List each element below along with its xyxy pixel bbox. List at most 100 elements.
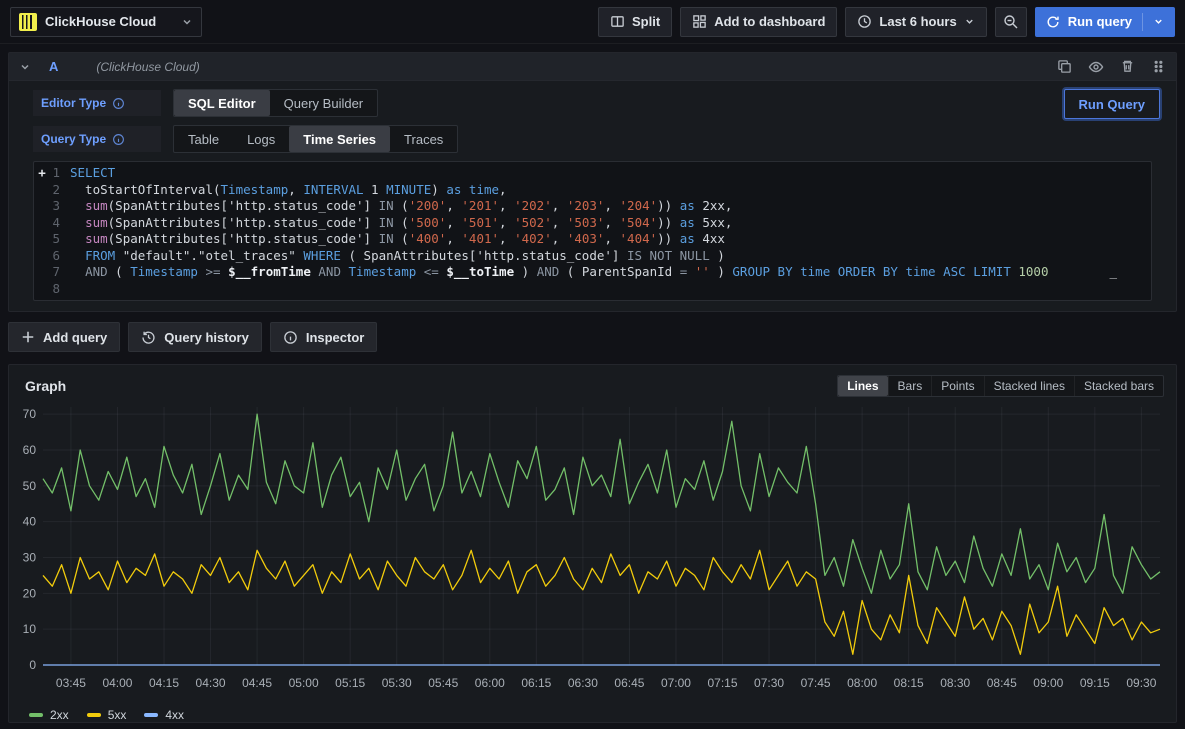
query-type-table[interactable]: Table <box>174 126 233 152</box>
refresh-icon <box>1046 15 1060 29</box>
time-range-label: Last 6 hours <box>879 14 956 29</box>
line-number: 1 <box>50 165 70 182</box>
legend-swatch-icon <box>87 713 101 717</box>
x-tick-label: 06:45 <box>614 676 644 690</box>
line-number: 4 <box>50 215 70 232</box>
x-tick-label: 07:15 <box>707 676 737 690</box>
add-line-icon: + <box>34 165 50 182</box>
legend-swatch-icon <box>29 713 43 717</box>
info-circle-icon <box>283 330 298 345</box>
editor-type-sql-editor[interactable]: SQL Editor <box>174 90 270 116</box>
clock-icon <box>857 14 872 29</box>
plus-icon <box>21 330 35 344</box>
line-number: 6 <box>50 248 70 265</box>
editor-type-query-builder[interactable]: Query Builder <box>270 90 377 116</box>
line-number: 2 <box>50 182 70 199</box>
add-line-icon <box>34 281 50 298</box>
line-number: 3 <box>50 198 70 215</box>
legend-item-4xx[interactable]: 4xx <box>144 708 184 722</box>
legend-item-5xx[interactable]: 5xx <box>87 708 127 722</box>
graph-panel: Graph LinesBarsPointsStacked linesStacke… <box>8 364 1177 723</box>
graph-mode-stacked-lines[interactable]: Stacked lines <box>984 376 1074 396</box>
chart-legend: 2xx 5xx 4xx <box>9 706 1176 722</box>
collapse-chevron-icon[interactable] <box>19 61 31 73</box>
zoom-out-icon <box>1003 14 1019 30</box>
add-line-icon <box>34 264 50 281</box>
chevron-down-icon[interactable] <box>1153 16 1164 27</box>
sql-line: 7 AND ( Timestamp >= $__fromTime AND Tim… <box>34 264 1151 281</box>
drag-handle-icon[interactable] <box>1151 59 1166 74</box>
button-divider <box>1142 13 1143 31</box>
datasource-picker[interactable]: ClickHouse Cloud <box>10 7 202 37</box>
panel-run-query-button[interactable]: Run Query <box>1064 89 1160 119</box>
query-type-logs[interactable]: Logs <box>233 126 289 152</box>
editor-type-label-box: Editor Type <box>33 90 161 116</box>
sql-line-code: FROM "default"."otel_traces" WHERE ( Spa… <box>70 248 725 265</box>
chart-area: 01020304050607003:4504:0004:1504:3004:45… <box>19 401 1164 706</box>
x-tick-label: 05:30 <box>382 676 412 690</box>
x-tick-label: 06:00 <box>475 676 505 690</box>
graph-mode-bars[interactable]: Bars <box>888 376 932 396</box>
query-type-label-box: Query Type <box>33 126 161 152</box>
x-tick-label: 06:30 <box>568 676 598 690</box>
delete-query-trash-icon[interactable] <box>1120 59 1135 74</box>
duplicate-query-icon[interactable] <box>1057 59 1072 74</box>
query-type-toggle: TableLogsTime SeriesTraces <box>173 125 458 153</box>
y-tick-label: 50 <box>23 479 37 493</box>
query-editor-panel: A (ClickHouse Cloud) Editor Type SQL Edi… <box>8 52 1177 312</box>
x-tick-label: 07:30 <box>754 676 784 690</box>
add-to-dashboard-button[interactable]: Add to dashboard <box>680 7 837 37</box>
editor-type-toggle: SQL EditorQuery Builder <box>173 89 378 117</box>
time-range-picker[interactable]: Last 6 hours <box>845 7 986 37</box>
graph-mode-lines[interactable]: Lines <box>838 376 887 396</box>
sql-line: 3 sum(SpanAttributes['http.status_code']… <box>34 198 1151 215</box>
graph-mode-toggle: LinesBarsPointsStacked linesStacked bars <box>837 375 1164 397</box>
graph-mode-points[interactable]: Points <box>931 376 983 396</box>
add-line-icon <box>34 215 50 232</box>
time-series-chart[interactable]: 01020304050607003:4504:0004:1504:3004:45… <box>19 401 1166 701</box>
y-tick-label: 70 <box>23 407 37 421</box>
x-tick-label: 04:45 <box>242 676 272 690</box>
inspector-label: Inspector <box>306 330 365 345</box>
x-tick-label: 05:15 <box>335 676 365 690</box>
y-tick-label: 0 <box>29 658 36 672</box>
query-type-time-series[interactable]: Time Series <box>289 126 390 152</box>
add-query-button[interactable]: Add query <box>8 322 120 352</box>
x-tick-label: 07:45 <box>801 676 831 690</box>
sql-line: 4 sum(SpanAttributes['http.status_code']… <box>34 215 1151 232</box>
inspector-button[interactable]: Inspector <box>270 322 378 352</box>
info-icon[interactable] <box>112 97 125 110</box>
x-tick-label: 04:00 <box>102 676 132 690</box>
y-tick-label: 30 <box>23 551 37 565</box>
query-row-header[interactable]: A (ClickHouse Cloud) <box>9 53 1176 81</box>
sql-line-code: sum(SpanAttributes['http.status_code'] I… <box>70 215 732 232</box>
explore-actions: Add query Query history Inspector <box>8 322 1177 352</box>
info-icon[interactable] <box>112 133 125 146</box>
graph-panel-title: Graph <box>25 378 66 394</box>
x-tick-label: 08:15 <box>894 676 924 690</box>
query-ref-id: A <box>49 59 58 74</box>
run-query-label: Run query <box>1068 14 1132 29</box>
split-button[interactable]: Split <box>598 7 672 37</box>
add-query-label: Add query <box>43 330 107 345</box>
x-tick-label: 05:00 <box>289 676 319 690</box>
hide-query-eye-icon[interactable] <box>1088 59 1104 75</box>
sql-line: 2 toStartOfInterval(Timestamp, INTERVAL … <box>34 182 1151 199</box>
sql-line: +1SELECT <box>34 165 1151 182</box>
x-tick-label: 08:00 <box>847 676 877 690</box>
legend-item-2xx[interactable]: 2xx <box>29 708 69 722</box>
explore-toolbar: ClickHouse Cloud Split Add to dashboard … <box>0 0 1185 44</box>
run-query-button[interactable]: Run query <box>1035 7 1175 37</box>
x-tick-label: 08:30 <box>940 676 970 690</box>
graph-mode-stacked-bars[interactable]: Stacked bars <box>1074 376 1163 396</box>
line-number: 8 <box>50 281 70 298</box>
add-line-icon <box>34 182 50 199</box>
query-history-button[interactable]: Query history <box>128 322 262 352</box>
sql-line: 6 FROM "default"."otel_traces" WHERE ( S… <box>34 248 1151 265</box>
sql-editor[interactable]: +1SELECT2 toStartOfInterval(Timestamp, I… <box>33 161 1152 301</box>
chevron-down-icon <box>964 16 975 27</box>
query-type-traces[interactable]: Traces <box>390 126 457 152</box>
x-tick-label: 03:45 <box>56 676 86 690</box>
y-tick-label: 40 <box>23 515 37 529</box>
zoom-out-button[interactable] <box>995 7 1027 37</box>
